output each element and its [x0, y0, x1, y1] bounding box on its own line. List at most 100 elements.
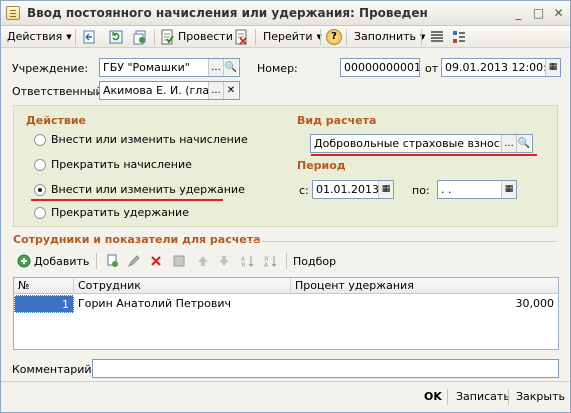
- post-icon[interactable]: [159, 29, 175, 45]
- document-window: Ввод постоянного начисления или удержани…: [0, 0, 571, 413]
- institution-value: ГБУ "Ромашки": [103, 61, 190, 74]
- close-button[interactable]: Закрыть: [516, 390, 565, 403]
- ok-button[interactable]: OK: [424, 390, 442, 403]
- footer-divider: [1, 381, 570, 382]
- chevron-down-icon: ▼: [66, 33, 72, 41]
- maximize-button[interactable]: □: [531, 6, 546, 21]
- row-number-cell[interactable]: 1: [14, 295, 74, 313]
- calc-type-field[interactable]: Добровольные страховые взносы в ... 🔍: [310, 134, 533, 153]
- save-row-icon[interactable]: [172, 254, 186, 268]
- goto-label: Перейти: [263, 30, 313, 43]
- structure-icon[interactable]: [451, 29, 467, 45]
- date-field[interactable]: 09.01.2013 12:00:00 ▦: [441, 58, 561, 77]
- radio-circle-icon: [34, 207, 46, 219]
- add-icon[interactable]: [17, 254, 31, 268]
- radio-selected-icon: [34, 184, 46, 196]
- radio-label: Внести или изменить начисление: [51, 133, 248, 146]
- table-header: № Сотрудник Процент удержания: [14, 278, 558, 294]
- highlight-underline: [311, 154, 537, 156]
- calendar-icon[interactable]: ▦: [378, 181, 393, 198]
- svg-text:Я: Я: [241, 262, 245, 268]
- date-value: 09.01.2013 12:00:00: [445, 61, 561, 74]
- copy-row-icon[interactable]: [105, 254, 119, 268]
- calc-type-title: Вид расчета: [297, 114, 377, 127]
- list-view-icon[interactable]: [429, 29, 445, 45]
- responsible-field[interactable]: Акимова Е. И. (главн ... ✕: [99, 81, 240, 100]
- search-icon[interactable]: 🔍: [223, 59, 238, 76]
- employees-table[interactable]: № Сотрудник Процент удержания 1 Горин Ан…: [13, 277, 559, 350]
- move-down-icon[interactable]: [217, 254, 231, 268]
- move-up-icon[interactable]: [196, 254, 210, 268]
- search-icon[interactable]: 🔍: [516, 135, 531, 152]
- edit-icon[interactable]: [127, 254, 141, 268]
- radio-label: Прекратить удержание: [51, 206, 189, 219]
- column-header-employee[interactable]: Сотрудник: [74, 278, 291, 294]
- period-to-field[interactable]: . . ▦: [437, 180, 517, 199]
- select-ellipsis-icon[interactable]: ...: [208, 82, 223, 99]
- select-ellipsis-icon[interactable]: ...: [208, 59, 223, 76]
- add-button[interactable]: Добавить: [34, 255, 89, 268]
- sort-ascending-icon[interactable]: AЯ: [241, 254, 255, 268]
- number-field[interactable]: 00000000001: [340, 58, 420, 77]
- number-label: Номер:: [257, 62, 298, 75]
- radio-circle-icon: [34, 134, 46, 146]
- go-back-icon[interactable]: [81, 29, 97, 45]
- toolbar-divider: [346, 29, 347, 45]
- comment-field[interactable]: [92, 359, 559, 378]
- column-header-percent[interactable]: Процент удержания: [291, 278, 558, 294]
- calendar-icon[interactable]: ▦: [545, 59, 560, 76]
- number-value: 00000000001: [344, 61, 420, 74]
- highlight-underline: [31, 199, 223, 201]
- refresh-icon[interactable]: [108, 29, 124, 45]
- close-window-button[interactable]: ✕: [551, 6, 566, 21]
- svg-text:A: A: [264, 262, 269, 268]
- unpost-icon[interactable]: [233, 29, 249, 45]
- sort-descending-icon[interactable]: ЯA: [264, 254, 278, 268]
- institution-label: Учреждение:: [12, 62, 89, 75]
- action-group-title: Действие: [26, 114, 86, 127]
- period-from-field[interactable]: 01.01.2013 ▦: [312, 180, 394, 199]
- radio-label: Прекратить начисление: [51, 158, 192, 171]
- calendar-icon[interactable]: ▦: [501, 181, 516, 198]
- toolbar-divider: [421, 29, 422, 45]
- calc-type-value: Добровольные страховые взносы в: [314, 137, 519, 150]
- document-icon: [6, 6, 20, 20]
- footer-divider: [508, 389, 509, 405]
- responsible-value: Акимова Е. И. (главн: [103, 84, 223, 97]
- actions-menu[interactable]: Действия ▼: [7, 28, 72, 46]
- post-button[interactable]: Провести: [178, 28, 233, 46]
- fill-menu[interactable]: Заполнить ▼: [354, 28, 425, 46]
- radio-label: Внести или изменить удержание: [51, 183, 245, 196]
- employees-section-title: Сотрудники и показатели для расчета: [13, 233, 261, 246]
- action-group-panel: Действие Внести или изменить начисление …: [13, 105, 558, 227]
- select-ellipsis-icon[interactable]: ...: [501, 135, 516, 152]
- save-button[interactable]: Записать: [456, 390, 510, 403]
- pick-button[interactable]: Подбор: [293, 255, 336, 268]
- percent-cell[interactable]: 30,000: [291, 295, 558, 313]
- toolbar-divider: [286, 253, 287, 269]
- toolbar-divider: [154, 29, 155, 45]
- toolbar-divider: [255, 29, 256, 45]
- minimize-button[interactable]: _: [511, 6, 526, 21]
- window-title: Ввод постоянного начисления или удержани…: [27, 6, 428, 20]
- employee-cell[interactable]: Горин Анатолий Петрович: [74, 295, 291, 313]
- institution-field[interactable]: ГБУ "Ромашки" ... 🔍: [99, 58, 240, 77]
- delete-icon[interactable]: [149, 254, 163, 268]
- fill-label: Заполнить: [354, 30, 416, 43]
- period-to-label: по:: [412, 184, 430, 197]
- toolbar: Действия▼ Провести Перейти▼ ? Заполнить▼: [1, 26, 570, 48]
- copy-icon[interactable]: [132, 29, 148, 45]
- comment-label: Комментарий:: [12, 363, 96, 376]
- actions-label: Действия: [7, 30, 63, 43]
- help-icon[interactable]: ?: [326, 29, 342, 45]
- period-title: Период: [297, 159, 346, 172]
- date-from-label: от: [425, 62, 439, 75]
- radio-circle-icon: [34, 159, 46, 171]
- clear-icon[interactable]: ✕: [223, 82, 238, 99]
- period-from-value: 01.01.2013: [316, 183, 379, 196]
- section-divider: [246, 241, 557, 242]
- table-row[interactable]: 1 Горин Анатолий Петрович 30,000: [14, 295, 558, 313]
- goto-menu[interactable]: Перейти▼: [263, 28, 322, 46]
- toolbar-divider: [75, 29, 76, 45]
- column-header-number[interactable]: №: [14, 278, 74, 294]
